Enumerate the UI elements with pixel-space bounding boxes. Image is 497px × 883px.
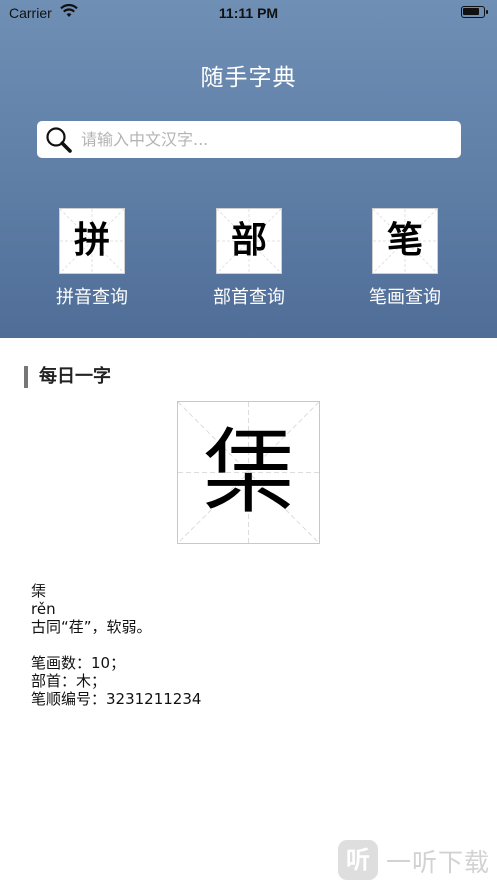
detail-pinyin: rěn bbox=[31, 600, 56, 618]
radical-glyph: 部 bbox=[230, 220, 267, 261]
detail-spacer bbox=[31, 636, 201, 654]
daily-character: 栠 bbox=[202, 419, 295, 526]
stroke-lookup-button[interactable]: 笔 笔画查询 bbox=[345, 208, 465, 309]
pinyin-lookup-label: 拼音查询 bbox=[56, 287, 128, 308]
stroke-lookup-label: 笔画查询 bbox=[369, 287, 441, 308]
search-bar[interactable] bbox=[37, 121, 461, 158]
radical-lookup-button[interactable]: 部 部首查询 bbox=[189, 208, 309, 309]
header-banner: Carrier 11:11 PM 随手字典 拼 拼音查询 bbox=[0, 0, 497, 338]
pinyin-lookup-button[interactable]: 拼 拼音查询 bbox=[32, 208, 152, 309]
search-input[interactable] bbox=[81, 121, 451, 158]
stroke-glyph: 笔 bbox=[386, 220, 423, 261]
daily-character-tile[interactable]: 栠 bbox=[177, 401, 320, 544]
radical-tile[interactable]: 部 bbox=[216, 208, 282, 274]
watermark-text: 一听下载 bbox=[386, 848, 491, 877]
pinyin-tile[interactable]: 拼 bbox=[59, 208, 125, 274]
app-title: 随手字典 bbox=[200, 65, 297, 91]
detail-radical: 部首：木； bbox=[31, 672, 107, 690]
detail-stroke-count: 笔画数：10； bbox=[31, 654, 126, 672]
detail-character: 栠 bbox=[31, 582, 47, 600]
radical-lookup-label: 部首查询 bbox=[213, 287, 285, 308]
detail-meaning: 古同“荏”，软弱。 bbox=[31, 618, 152, 636]
status-time: 11:11 PM bbox=[218, 5, 279, 21]
section-accent-bar bbox=[24, 366, 28, 388]
battery-icon bbox=[461, 6, 488, 18]
pinyin-glyph: 拼 bbox=[73, 220, 110, 261]
search-icon bbox=[46, 127, 72, 153]
character-details: 栠 rěn 古同“荏”，软弱。 笔画数：10； 部首：木； 笔顺编号：32312… bbox=[31, 582, 201, 708]
daily-word-heading: 每日一字 bbox=[24, 365, 111, 389]
watermark: 听 一听下载 bbox=[338, 840, 497, 880]
status-bar: Carrier 11:11 PM bbox=[0, 0, 497, 26]
stroke-tile[interactable]: 笔 bbox=[372, 208, 438, 274]
detail-stroke-order: 笔顺编号：3231211234 bbox=[31, 690, 202, 708]
daily-word-title: 每日一字 bbox=[39, 366, 111, 387]
watermark-logo: 听 bbox=[338, 840, 378, 880]
